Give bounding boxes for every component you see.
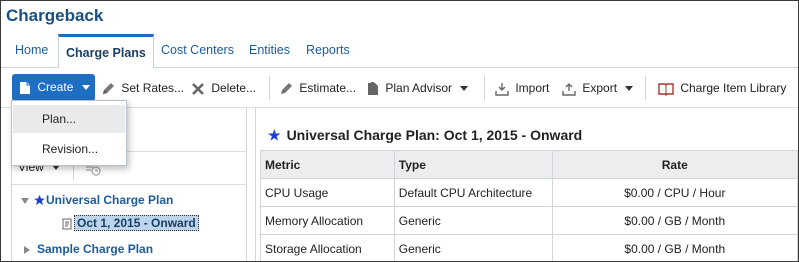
plan-detail-panel: ★ Universal Charge Plan: Oct 1, 2015 - On… [255,108,798,261]
tree-item-label: Sample Charge Plan [37,242,154,256]
menu-item-plan[interactable]: Plan... [13,105,125,133]
create-button[interactable]: Create [12,74,95,101]
tab-home[interactable]: Home [15,43,48,57]
tree-item-sample-charge-plan[interactable]: Sample Charge Plan [24,242,153,256]
chevron-down-icon [81,85,90,91]
type-cell: Default CPU Architecture [393,178,553,207]
tab-reports[interactable]: Reports [306,43,350,57]
type-cell: Generic [393,206,553,235]
book-icon [658,83,674,96]
tab-charge-plans[interactable]: Charge Plans [58,34,154,69]
menu-item-revision[interactable]: Revision... [13,135,125,163]
toolbar-divider [645,76,646,100]
rate-cell: $0.00 / GB / Month [551,206,798,235]
rates-table: Metric Type Rate CPU Usage Default CPU A… [260,150,798,261]
chargeback-window: Chargeback Home Charge Plans Cost Center… [0,0,799,262]
export-icon [562,82,576,96]
charge-item-library-button[interactable]: Charge Item Library [658,79,786,97]
pencil-icon [281,82,292,94]
pencil-icon [103,82,114,94]
estimate-button[interactable]: Estimate... [279,79,356,97]
tab-entities[interactable]: Entities [249,43,290,57]
tree-item-oct-1-2015-onward[interactable]: Oct 1, 2015 - Onward [62,215,199,231]
import-icon [495,82,509,96]
type-cell: Generic [393,234,553,261]
tree-item-label: Universal Charge Plan [46,193,174,207]
create-label: Create [37,80,74,94]
tab-cost-centers[interactable]: Cost Centers [161,43,234,57]
export-button[interactable]: Export [562,79,634,97]
toolbar-divider [484,76,485,100]
rate-cell: $0.00 / GB / Month [551,234,798,261]
plan-advisor-icon [368,81,378,95]
import-label: Import [515,81,550,95]
set-rates-label: Set Rates... [121,81,185,95]
expand-icon[interactable] [24,245,30,254]
table-row[interactable]: Storage Allocation Generic $0.00 / GB / … [260,234,798,261]
expand-icon[interactable] [21,197,29,204]
charge-item-library-label: Charge Item Library [680,81,787,95]
table-row[interactable]: Memory Allocation Generic $0.00 / GB / M… [260,206,798,235]
column-header-metric[interactable]: Metric [260,150,395,179]
export-label: Export [582,81,618,95]
app-title: Chargeback [6,6,104,25]
rate-cell: $0.00 / CPU / Hour [551,178,798,207]
delete-label: Delete... [211,81,257,95]
estimate-label: Estimate... [299,81,357,95]
delete-button[interactable]: Delete... [191,79,256,97]
table-row[interactable]: CPU Usage Default CPU Architecture $0.00… [260,178,798,207]
toolbar-divider [269,76,270,100]
delete-x-icon [192,82,204,95]
set-rates-button[interactable]: Set Rates... [101,79,184,97]
chevron-down-icon [52,165,61,171]
chevron-down-icon [625,86,634,92]
plan-advisor-button[interactable]: Plan Advisor [367,79,469,97]
chevron-down-icon [460,86,469,92]
table-header-row: Metric Type Rate [260,150,798,179]
metric-cell: CPU Usage [260,178,395,207]
metric-cell: Memory Allocation [260,206,395,235]
import-button[interactable]: Import [495,79,549,97]
tree-item-label: Oct 1, 2015 - Onward [74,215,199,231]
plan-advisor-label: Plan Advisor [385,81,453,95]
star-icon: ★ [268,127,281,143]
plan-revision-icon [62,218,72,230]
plan-title-text: Universal Charge Plan: Oct 1, 2015 - Onw… [286,127,583,143]
document-icon [20,81,30,94]
plan-title: ★ Universal Charge Plan: Oct 1, 2015 - On… [268,127,582,144]
tree-item-universal-charge-plan[interactable]: Universal Charge Plan [21,193,173,207]
metric-cell: Storage Allocation [260,234,395,261]
column-header-type[interactable]: Type [393,150,553,179]
create-dropdown-menu: Plan... Revision... [11,100,127,166]
tab-bar: Home Charge Plans Cost Centers Entities … [1,34,798,69]
star-icon [34,195,45,206]
column-header-rate[interactable]: Rate [551,150,798,179]
